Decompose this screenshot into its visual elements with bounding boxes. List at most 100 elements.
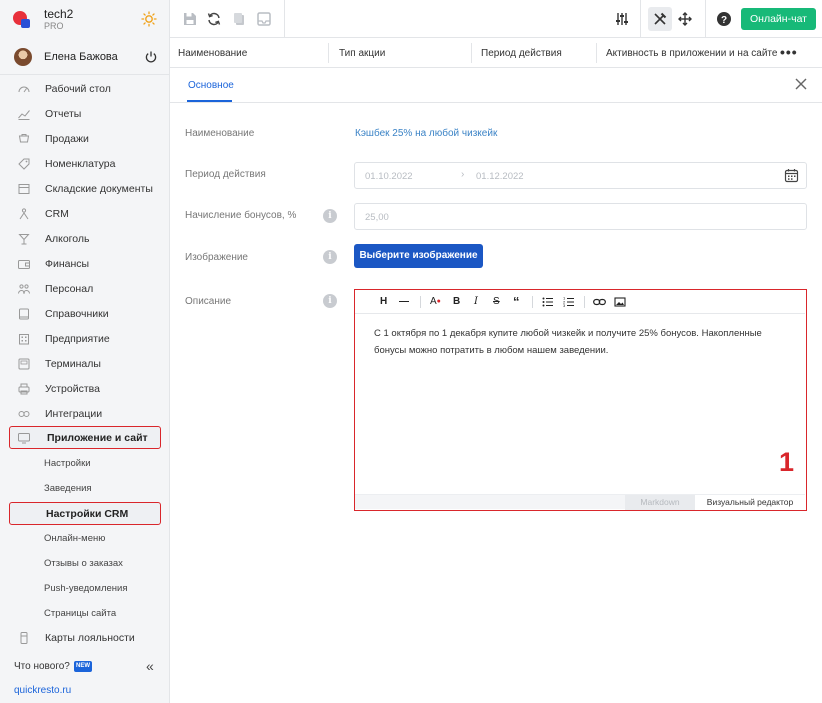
archive-icon[interactable] [256,11,272,27]
bonus-input[interactable]: 25,00 [365,212,389,223]
sidebar-item-10[interactable]: Предприятие [0,328,170,350]
collapse-sidebar-icon[interactable]: « [146,658,154,674]
column-header-name[interactable]: Наименование [178,48,247,59]
warehouse-icon [18,184,30,194]
text-color-icon[interactable]: A● [430,295,441,309]
sidebar-item-label: Продажи [45,133,89,145]
period-arrow: › [461,169,465,180]
horizontal-rule-button[interactable]: — [399,295,409,309]
theme-sun-icon[interactable] [141,11,157,27]
period-field[interactable]: 01.10.2022 › 01.12.2022 [354,162,807,189]
move-icon[interactable] [677,11,693,27]
help-icon[interactable]: ? [716,11,732,27]
column-divider [471,43,472,63]
subnav-item-settings[interactable]: Настройки [0,453,170,475]
subnav-item-online-menu[interactable]: Онлайн-меню [0,528,170,550]
people-icon [19,208,29,220]
sidebar-item-7[interactable]: Финансы [0,253,170,275]
tab-main[interactable]: Основное [188,80,234,91]
sidebar-item-1[interactable]: Отчеты [0,103,170,125]
sidebar-item-app-and-site[interactable]: Приложение и сайт [0,427,170,449]
subnav-item-crm-settings[interactable]: Настройки CRM [0,503,170,525]
more-icon[interactable]: ••• [780,44,798,60]
subnav-label: Настройки CRM [46,508,129,520]
numbered-list-icon[interactable]: 123 [563,296,575,308]
link-icon[interactable] [593,296,606,308]
column-header-activity[interactable]: Активность в приложении и на сайте [606,48,777,59]
bonus-field[interactable]: 25,00 [354,203,807,230]
subnav-item-venues[interactable]: Заведения [0,478,170,500]
sidebar-item-8[interactable]: Персонал [0,278,170,300]
subnav-label: Настройки [44,458,91,469]
online-chat-button[interactable]: Онлайн-чат [741,8,816,30]
sidebar-item-label: Интеграции [45,408,103,420]
choose-image-button[interactable]: Выберите изображение [354,244,483,268]
sidebar-item-label: Финансы [45,258,90,270]
column-header-type[interactable]: Тип акции [339,48,385,59]
column-header-period[interactable]: Период действия [481,48,562,59]
period-start-input[interactable]: 01.10.2022 [365,171,413,182]
info-icon[interactable]: i [323,209,337,223]
monitor-icon [18,433,30,444]
sidebar-item-12[interactable]: Устройства [0,378,170,400]
sidebar-item-5[interactable]: CRM [0,203,170,225]
subnav-label: Онлайн-меню [44,533,106,544]
subnav-item-push[interactable]: Push-уведомления [0,578,170,600]
sidebar-item-13[interactable]: Интеграции [0,403,170,425]
sidebar-item-4[interactable]: Складские документы [0,178,170,200]
column-divider [328,43,329,63]
glass-icon [18,234,30,245]
sidebar-item-label: Приложение и сайт [47,432,148,444]
copy-icon[interactable] [231,11,247,27]
calendar-icon[interactable] [784,168,799,183]
card-icon [20,632,28,644]
sidebar-item-label: CRM [45,208,69,220]
image-icon[interactable] [614,296,626,308]
whats-new-link[interactable]: Что нового? [14,661,70,672]
sidebar-item-label: Справочники [45,308,109,320]
toolbar-divider [532,296,533,308]
tools-icon[interactable] [652,11,668,27]
filter-sliders-icon[interactable] [614,11,630,27]
tag-icon [18,158,30,170]
refresh-icon[interactable] [206,11,222,27]
sidebar-item-6[interactable]: Алкоголь [0,228,170,250]
avatar [14,48,32,66]
site-link[interactable]: quickresto.ru [14,685,71,696]
heading-button[interactable]: H [380,295,387,309]
quote-icon[interactable]: “ [513,295,520,309]
bullet-list-icon[interactable] [542,296,554,308]
strikethrough-button[interactable]: S [493,295,500,309]
subnav-item-reviews[interactable]: Отзывы о заказах [0,553,170,575]
sidebar-item-3[interactable]: Номенклатура [0,153,170,175]
bold-button[interactable]: B [453,295,460,309]
tab-markdown[interactable]: Markdown [625,495,695,510]
description-editor[interactable]: H — A● B I S “ 123 С 1 октября по 1 дека… [354,289,807,511]
sidebar-item-11[interactable]: Терминалы [0,353,170,375]
chart-icon [18,110,30,120]
italic-button[interactable]: I [474,295,478,309]
close-icon[interactable] [794,77,808,91]
tab-visual-editor[interactable]: Визуальный редактор [695,495,805,510]
sidebar-item-label: Терминалы [45,358,101,370]
info-icon[interactable]: i [323,250,337,264]
subnav-label: Отзывы о заказах [44,558,123,569]
sidebar-item-loyalty-cards[interactable]: Карты лояльности [0,627,170,649]
subnav-item-pages[interactable]: Страницы сайта [0,603,170,625]
sidebar-item-label: Персонал [45,283,94,295]
sidebar-item-2[interactable]: Продажи [0,128,170,150]
info-icon[interactable]: i [323,294,337,308]
name-value[interactable]: Кэшбек 25% на любой чизкейк [355,128,497,139]
editor-content[interactable]: С 1 октября по 1 декабря купите любой чи… [374,325,794,359]
sidebar-item-0[interactable]: Рабочий стол [0,78,170,100]
save-icon[interactable] [182,11,198,27]
sidebar-item-label: Номенклатура [45,158,116,170]
sidebar-item-label: Предприятие [45,333,110,345]
brand-logo-icon [13,11,30,28]
sidebar-item-9[interactable]: Справочники [0,303,170,325]
user-profile[interactable]: Елена Бажова [0,44,170,70]
power-icon[interactable] [144,50,158,64]
subnav-label: Push-уведомления [44,583,128,594]
period-end-input[interactable]: 01.12.2022 [476,171,524,182]
sidebar: tech2 PRO Елена Бажова Рабочий стол Отчет… [0,0,170,703]
